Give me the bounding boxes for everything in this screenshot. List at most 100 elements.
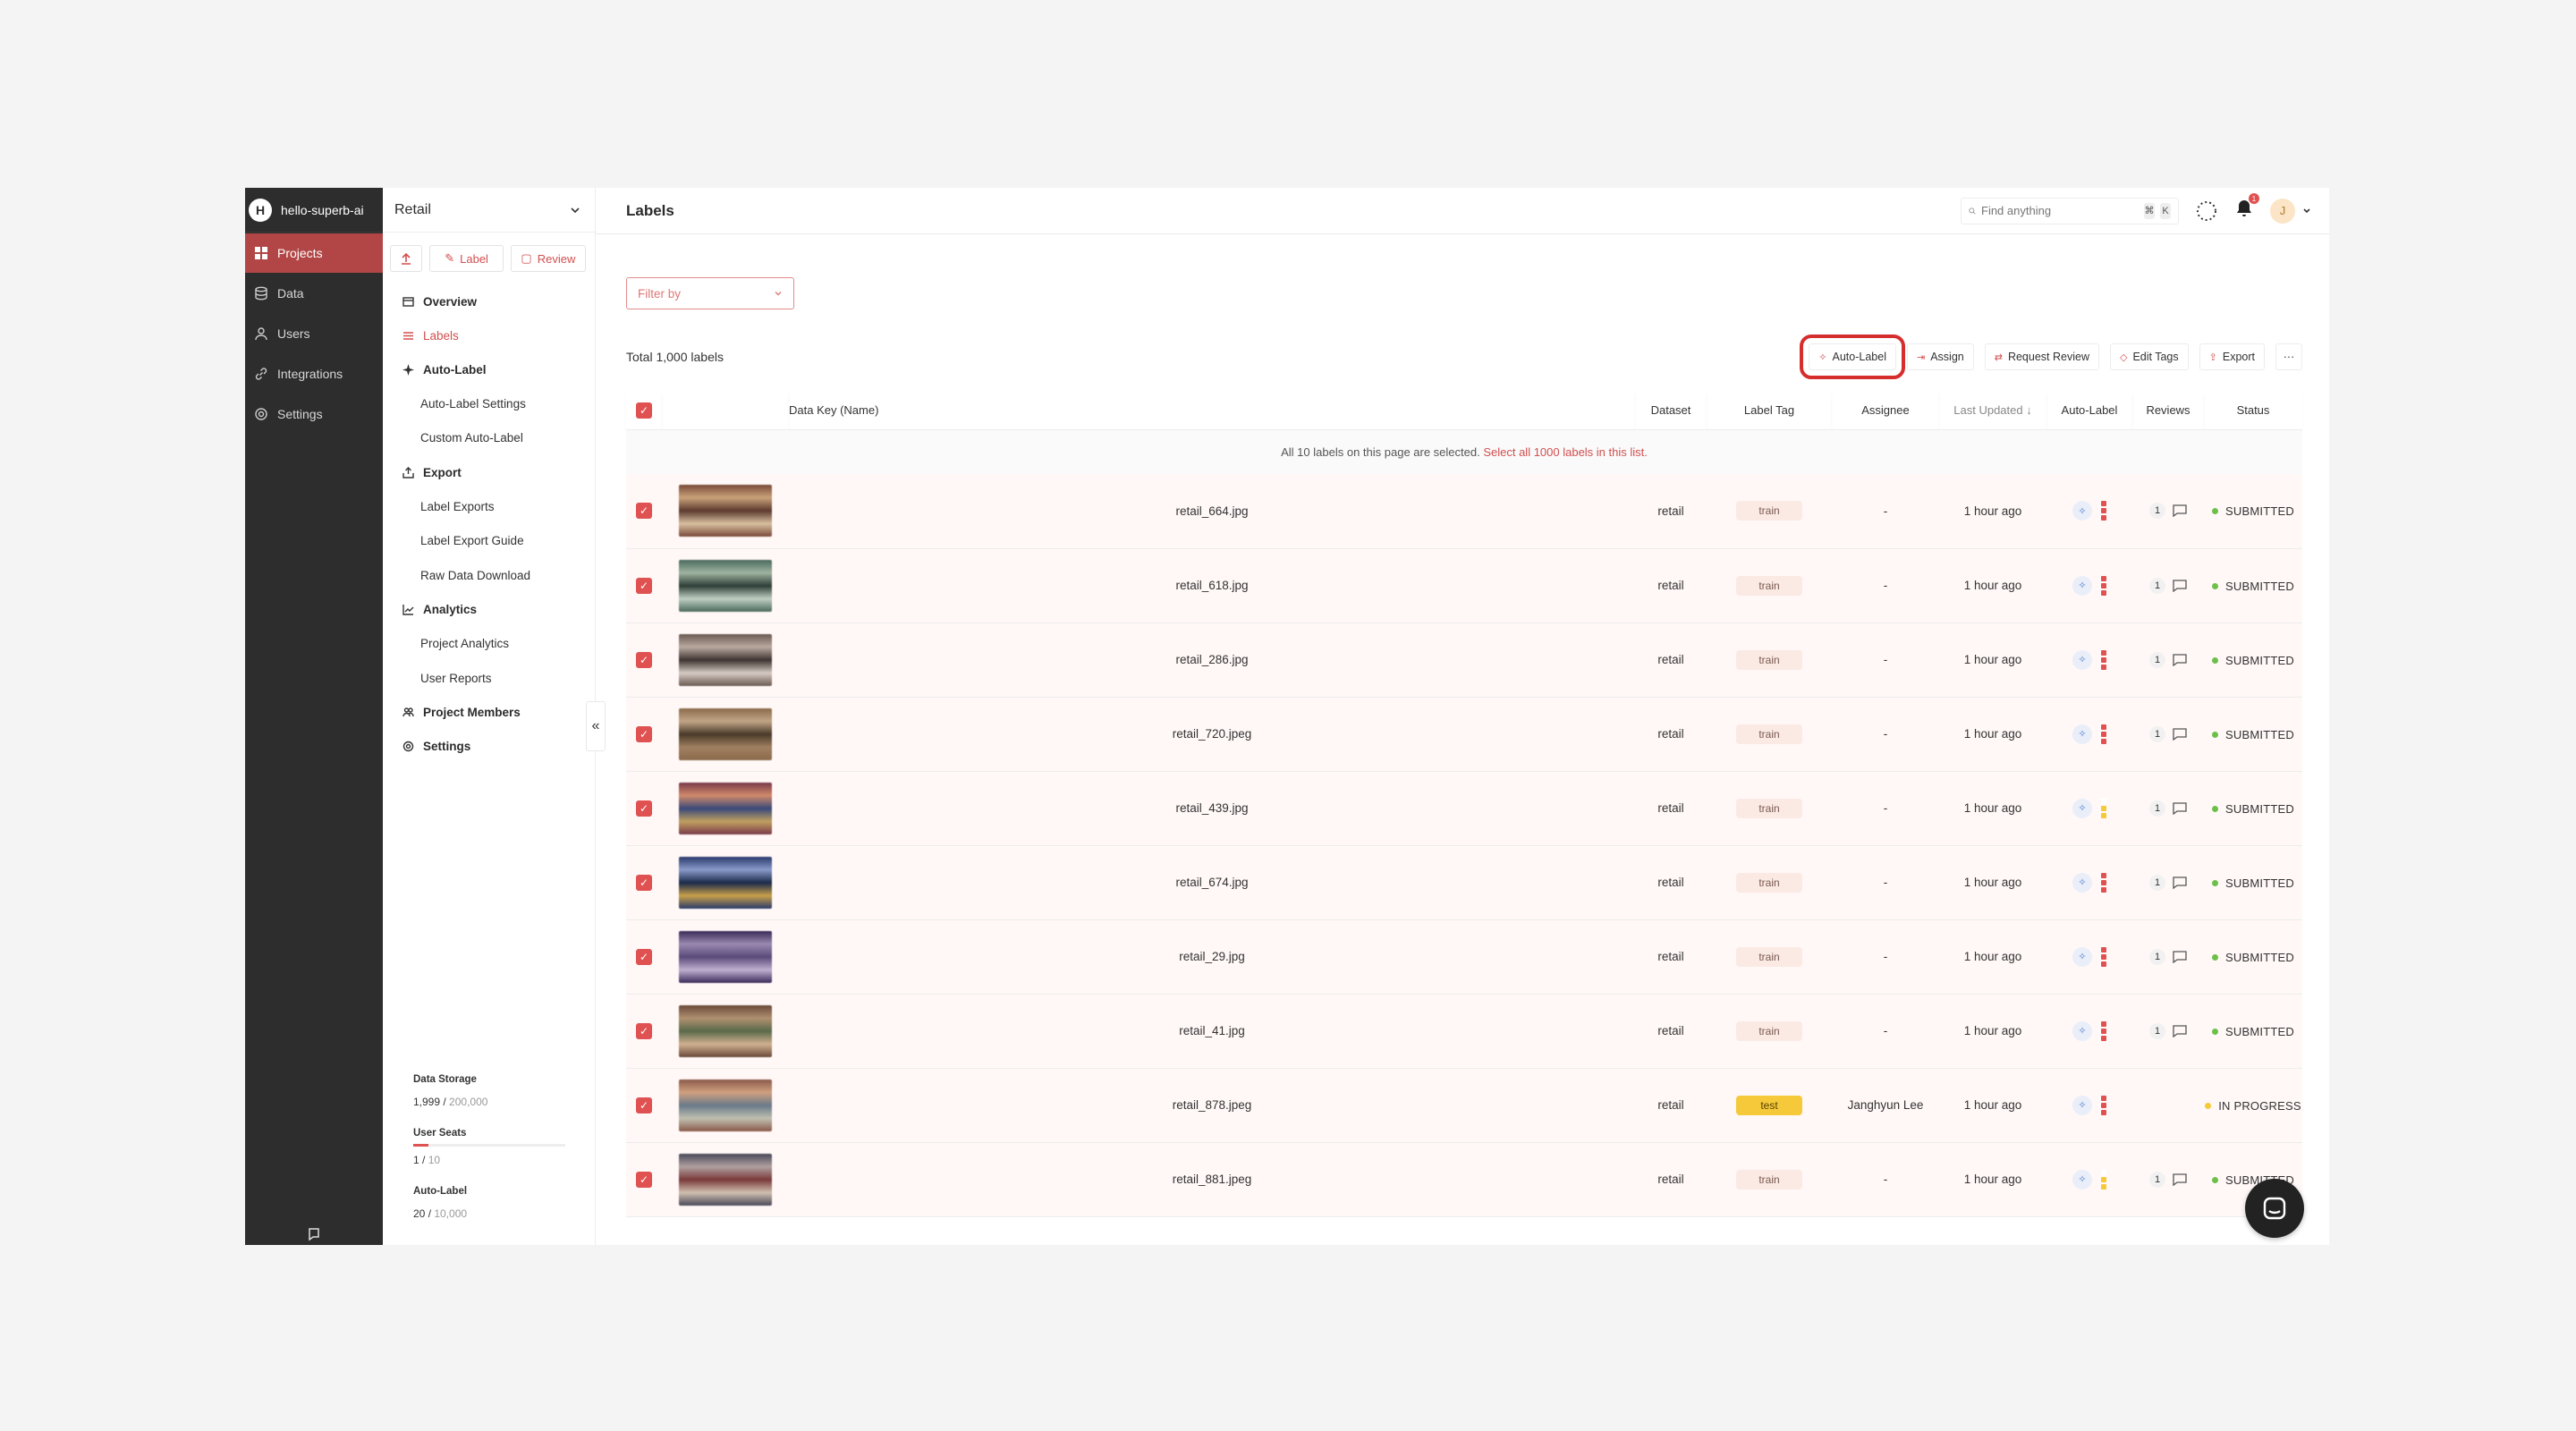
auto-label-button[interactable]: ✧ Auto-Label [1800,334,1905,379]
menu-raw-data-download[interactable]: Raw Data Download [383,558,595,593]
row-checkbox[interactable]: ✓ [636,1097,652,1113]
comment-icon[interactable] [2173,1024,2187,1037]
menu-auto-label[interactable]: Auto-Label [383,352,595,386]
data-key-cell[interactable]: retail_664.jpg [789,474,1635,549]
select-all-checkbox[interactable]: ✓ [636,402,652,419]
table-row[interactable]: ✓ retail_618.jpg retail train - 1 hour a… [626,548,2302,623]
chat-launcher-button[interactable] [2245,1179,2304,1238]
thumbnail[interactable] [679,707,772,760]
notifications-button[interactable]: 1 [2234,193,2259,223]
menu-settings[interactable]: Settings [383,730,595,764]
menu-custom-auto-label[interactable]: Custom Auto-Label [383,421,595,456]
col-reviews[interactable]: Reviews [2132,392,2204,430]
thumbnail[interactable] [679,1004,772,1057]
nav-item-integrations[interactable]: Integrations [245,354,383,394]
data-key[interactable]: retail_439.jpg [1175,801,1248,815]
comment-icon[interactable] [2173,1173,2187,1186]
edit-tags-button[interactable]: ◇ Edit Tags [2109,343,2189,370]
data-key-cell[interactable]: retail_720.jpeg [789,697,1635,772]
col-status[interactable]: Status [2204,392,2302,430]
table-row[interactable]: ✓ retail_720.jpeg retail train - 1 hour … [626,697,2302,772]
col-last-updated[interactable]: Last Updated ↓ [1939,392,2046,430]
menu-analytics[interactable]: Analytics [383,593,595,627]
comment-icon[interactable] [2173,727,2187,741]
menu-label-exports[interactable]: Label Exports [383,489,595,524]
data-key[interactable]: retail_41.jpg [1179,1024,1245,1037]
row-checkbox[interactable]: ✓ [636,800,652,817]
comment-icon[interactable] [2173,653,2187,666]
global-search[interactable]: ⌘ K [1961,197,2179,224]
thumbnail[interactable] [679,1079,772,1131]
row-checkbox[interactable]: ✓ [636,948,652,965]
user-menu[interactable]: J [2270,198,2311,224]
thumbnail[interactable] [679,559,772,612]
menu-labels[interactable]: Labels [383,318,595,352]
menu-auto-label-settings[interactable]: Auto-Label Settings [383,386,595,421]
thumbnail[interactable] [679,1153,772,1206]
table-row[interactable]: ✓ retail_878.jpeg retail test Janghyun L… [626,1068,2302,1143]
comment-icon[interactable] [2173,876,2187,889]
nav-item-data[interactable]: Data [245,274,383,313]
data-key[interactable]: retail_618.jpg [1175,579,1248,592]
menu-project-analytics[interactable]: Project Analytics [383,627,595,662]
row-checkbox[interactable]: ✓ [636,503,652,520]
comment-icon[interactable] [2173,579,2187,592]
row-checkbox[interactable]: ✓ [636,651,652,668]
assign-button[interactable]: ⇥ Assign [1906,343,1974,370]
row-checkbox[interactable]: ✓ [636,874,652,891]
nav-item-users[interactable]: Users [245,314,383,353]
data-key[interactable]: retail_286.jpg [1175,653,1248,666]
spinner-icon[interactable] [2195,199,2218,223]
nav-item-settings[interactable]: Settings [245,394,383,434]
menu-project-members[interactable]: Project Members [383,696,595,730]
label-button[interactable]: ✎ Label [429,245,504,272]
menu-label-export-guide[interactable]: Label Export Guide [383,524,595,559]
table-row[interactable]: ✓ retail_286.jpg retail train - 1 hour a… [626,622,2302,698]
filter-dropdown[interactable]: Filter by [626,277,794,309]
table-row[interactable]: ✓ retail_29.jpg retail train - 1 hour ag… [626,919,2302,995]
row-checkbox[interactable]: ✓ [636,1171,652,1188]
row-checkbox[interactable]: ✓ [636,725,652,742]
org-switcher[interactable]: H hello-superb-ai [245,188,383,233]
request-review-button[interactable]: ⇄ Request Review [1984,343,2099,370]
col-auto-label[interactable]: Auto-Label [2046,392,2132,430]
thumbnail[interactable] [679,930,772,983]
col-dataset[interactable]: Dataset [1635,392,1707,430]
menu-user-reports[interactable]: User Reports [383,661,595,696]
table-row[interactable]: ✓ retail_41.jpg retail train - 1 hour ag… [626,994,2302,1069]
more-button[interactable]: ··· [2275,343,2302,370]
help-doc-icon[interactable] [307,1227,321,1241]
data-key-cell[interactable]: retail_29.jpg [789,919,1635,995]
select-all-link[interactable]: Select all 1000 labels in this list. [1483,445,1648,459]
thumbnail[interactable] [679,633,772,686]
thumbnail[interactable] [679,856,772,909]
table-row[interactable]: ✓ retail_439.jpg retail train - 1 hour a… [626,771,2302,846]
comment-icon[interactable] [2173,801,2187,815]
data-key[interactable]: retail_674.jpg [1175,876,1248,889]
table-row[interactable]: ✓ retail_881.jpeg retail train - 1 hour … [626,1142,2302,1217]
data-key-cell[interactable]: retail_674.jpg [789,845,1635,920]
col-label-tag[interactable]: Label Tag [1707,392,1832,430]
project-selector[interactable]: Retail [383,188,595,233]
data-key-cell[interactable]: retail_439.jpg [789,771,1635,846]
data-key[interactable]: retail_664.jpg [1175,504,1248,518]
nav-item-projects[interactable]: Projects [245,233,383,273]
table-row[interactable]: ✓ retail_674.jpg retail train - 1 hour a… [626,845,2302,920]
data-key-cell[interactable]: retail_286.jpg [789,622,1635,698]
data-key[interactable]: retail_878.jpeg [1173,1098,1252,1112]
comment-icon[interactable] [2173,950,2187,963]
thumbnail[interactable] [679,485,772,538]
data-key-cell[interactable]: retail_618.jpg [789,548,1635,623]
data-key-cell[interactable]: retail_881.jpeg [789,1142,1635,1217]
row-checkbox[interactable]: ✓ [636,1022,652,1039]
table-row[interactable]: ✓ retail_664.jpg retail train - 1 hour a… [626,474,2302,549]
col-data-key[interactable]: Data Key (Name) [789,392,1635,430]
search-input[interactable] [1981,204,2139,217]
thumbnail[interactable] [679,782,772,834]
comment-icon[interactable] [2173,504,2187,518]
menu-export[interactable]: Export [383,455,595,489]
row-checkbox[interactable]: ✓ [636,577,652,594]
review-button[interactable]: ▢ Review [510,245,586,272]
col-assignee[interactable]: Assignee [1832,392,1939,430]
data-key[interactable]: retail_29.jpg [1179,950,1245,963]
